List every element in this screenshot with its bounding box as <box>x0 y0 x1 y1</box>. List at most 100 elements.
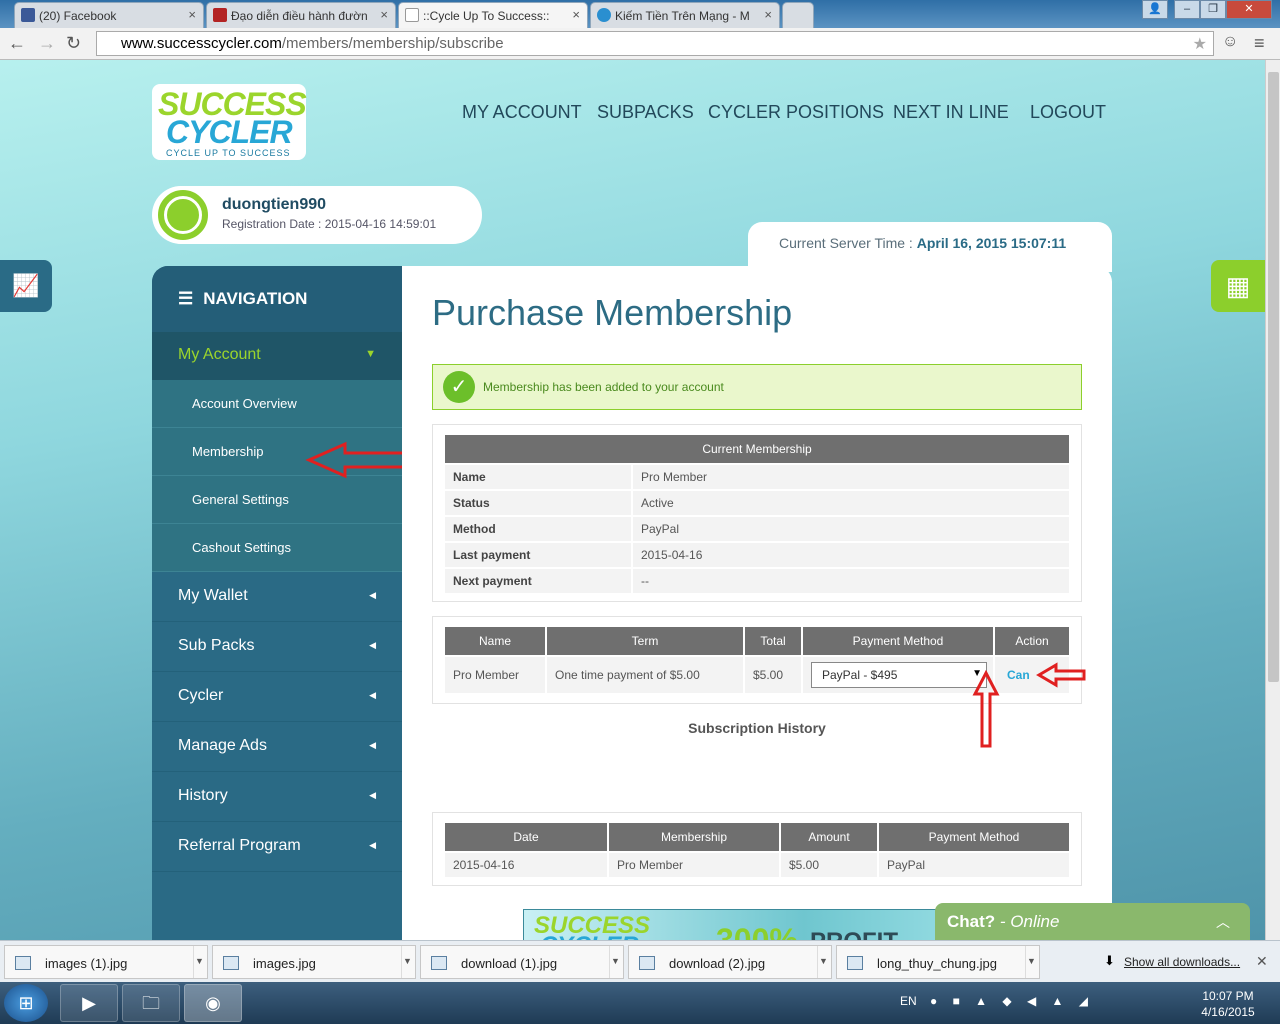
current-membership-table: Current Membership Name Pro Member Status… <box>443 433 1071 595</box>
back-icon[interactable]: ← <box>8 33 26 54</box>
table-row: Last payment 2015-04-16 <box>445 543 1069 567</box>
windows-start-icon[interactable]: ⊞ <box>4 984 48 1022</box>
menu-icon[interactable]: ≡ <box>1254 33 1265 54</box>
sidebar-item-sub-packs[interactable]: Sub Packs ◀ <box>152 622 402 672</box>
nav-my-account[interactable]: MY ACCOUNT <box>462 102 582 123</box>
minimize-button[interactable]: – <box>1174 0 1200 19</box>
col-header: Amount <box>781 823 877 851</box>
nav-subpacks[interactable]: SUBPACKS <box>597 102 694 123</box>
sidebar-item-my-wallet[interactable]: My Wallet ◀ <box>152 572 402 622</box>
page-scrollbar[interactable] <box>1265 60 1280 940</box>
row-value: Pro Member <box>633 465 1069 489</box>
logo-text-cycler: CYCLER <box>166 114 293 150</box>
extension-icon[interactable]: ☺ <box>1222 33 1238 51</box>
scrollbar-thumb[interactable] <box>1268 72 1279 682</box>
url-field[interactable]: www.successcycler.com/members/membership… <box>96 31 1214 56</box>
sidebar-item-my-account[interactable]: My Account ▼ <box>152 332 402 380</box>
browser-tab-bar: (20) Facebook × Đạo diễn điều hành đườn … <box>0 0 1280 28</box>
ad-banner[interactable]: SUCCESS CYCLER 300% PROFIT <box>523 909 991 940</box>
table-row: 2015-04-16 Pro Member $5.00 PayPal <box>445 853 1069 877</box>
new-tab-button[interactable] <box>782 2 814 28</box>
download-filename: download (2).jpg <box>669 956 766 971</box>
sidebar-item-manage-ads[interactable]: Manage Ads ◀ <box>152 722 402 772</box>
registration-date: Registration Date : 2015-04-16 14:59:01 <box>222 217 437 231</box>
download-item[interactable]: long_thuy_chung.jpg ▼ <box>836 945 1040 979</box>
caret-left-icon: ◀ <box>369 840 376 850</box>
sidebar-item-referral-program[interactable]: Referral Program ◀ <box>152 822 402 872</box>
site-icon <box>213 8 227 22</box>
cancel-link[interactable]: Can <box>1007 668 1030 682</box>
close-icon[interactable]: ✕ <box>1256 953 1268 970</box>
show-all-downloads-link[interactable]: Show all downloads... <box>1124 955 1240 969</box>
sidebar-item-history[interactable]: History ◀ <box>152 772 402 822</box>
chrome-icon[interactable]: ◉ <box>184 984 242 1022</box>
close-tab-icon[interactable]: × <box>380 7 388 22</box>
chevron-down-icon[interactable]: ▼ <box>609 946 621 978</box>
restore-button[interactable]: ❐ <box>1200 0 1226 19</box>
download-filename: images (1).jpg <box>45 956 128 971</box>
user-icon[interactable]: 👤 <box>1142 0 1168 19</box>
tab-cycle-up[interactable]: ::Cycle Up To Success:: × <box>398 2 588 28</box>
select-value: PayPal - $495 <box>822 668 898 682</box>
tab-kiem-tien[interactable]: Kiếm Tiền Trên Mạng - M × <box>590 2 780 28</box>
row-key: Last payment <box>445 543 631 567</box>
chevron-down-icon[interactable]: ▼ <box>1025 946 1037 978</box>
chevron-up-icon[interactable]: ︿ <box>1216 912 1230 932</box>
cell-method: PayPal <box>879 853 1069 877</box>
nav-logout[interactable]: LOGOUT <box>1030 102 1106 123</box>
chat-widget[interactable]: Chat? - Online ︿ <box>935 903 1250 940</box>
tab-dao-dien[interactable]: Đạo diễn điều hành đườn × <box>206 2 396 28</box>
sidebar-item-cycler[interactable]: Cycler ◀ <box>152 672 402 722</box>
download-item[interactable]: images (1).jpg ▼ <box>4 945 208 979</box>
image-file-icon <box>639 956 655 970</box>
chat-label: Chat? <box>947 912 996 931</box>
cell-name: Pro Member <box>445 657 545 693</box>
chevron-down-icon[interactable]: ▼ <box>401 946 413 978</box>
site-logo[interactable]: SUCCESS CYCLER CYCLE UP TO SUCCESS <box>152 84 307 160</box>
file-explorer-icon[interactable]: 🗀 <box>122 984 180 1022</box>
downloads-bar: images (1).jpg ▼ images.jpg ▼ download (1)… <box>0 940 1280 982</box>
bookmark-star-icon[interactable]: ★ <box>1193 34 1207 54</box>
hamburger-icon[interactable]: ☰ <box>178 289 193 308</box>
sidebar-item-label: Sub Packs <box>178 637 255 654</box>
cell-amount: $5.00 <box>781 853 877 877</box>
annotation-arrow-left <box>1036 662 1086 688</box>
sidebar-item-label: Cycler <box>178 687 224 704</box>
close-tab-icon[interactable]: × <box>764 7 772 22</box>
main-content: Purchase Membership ✓ Membership has bee… <box>402 266 1112 940</box>
media-player-icon[interactable]: ▶ <box>60 984 118 1022</box>
row-key: Method <box>445 517 631 541</box>
download-item[interactable]: download (1).jpg ▼ <box>420 945 624 979</box>
reload-icon[interactable]: ↻ <box>66 33 81 54</box>
dollar-icon <box>597 8 611 22</box>
nav-next-in-line[interactable]: NEXT IN LINE <box>893 102 1009 123</box>
language-indicator[interactable]: EN <box>900 994 917 1008</box>
address-bar-row: ← → ↻ www.successcycler.com/members/memb… <box>0 28 1280 60</box>
chart-icon[interactable]: 📈 <box>0 260 52 312</box>
sidebar-item-general-settings[interactable]: General Settings <box>152 476 402 524</box>
system-clock[interactable]: 10:07 PM 4/16/2015 <box>1196 988 1260 1020</box>
sidebar-item-label: My Account <box>178 346 261 363</box>
row-value: PayPal <box>633 517 1069 541</box>
checkmark-icon: ✓ <box>443 371 475 403</box>
calculator-icon[interactable]: ▦ <box>1211 260 1265 312</box>
payment-method-select[interactable]: PayPal - $495 ▼ <box>811 662 987 688</box>
close-tab-icon[interactable]: × <box>572 7 580 22</box>
close-tab-icon[interactable]: × <box>188 7 196 22</box>
nav-cycler-positions[interactable]: CYCLER POSITIONS <box>708 102 884 123</box>
cell-date: 2015-04-16 <box>445 853 607 877</box>
system-tray-icons[interactable]: ● ■ ▲ ◆ ◀ ▲ ◢ <box>930 994 1094 1008</box>
forward-icon[interactable]: → <box>38 33 56 54</box>
history-table: Date Membership Amount Payment Method 20… <box>443 821 1071 879</box>
download-item[interactable]: download (2).jpg ▼ <box>628 945 832 979</box>
row-value: 2015-04-16 <box>633 543 1069 567</box>
sidebar-item-cashout-settings[interactable]: Cashout Settings <box>152 524 402 572</box>
chevron-down-icon[interactable]: ▼ <box>193 946 205 978</box>
sidebar-item-account-overview[interactable]: Account Overview <box>152 380 402 428</box>
download-item[interactable]: images.jpg ▼ <box>212 945 416 979</box>
chevron-down-icon[interactable]: ▼ <box>817 946 829 978</box>
download-filename: download (1).jpg <box>461 956 558 971</box>
success-alert: ✓ Membership has been added to your acco… <box>432 364 1082 410</box>
tab-facebook[interactable]: (20) Facebook × <box>14 2 204 28</box>
close-window-button[interactable]: ✕ <box>1226 0 1272 19</box>
